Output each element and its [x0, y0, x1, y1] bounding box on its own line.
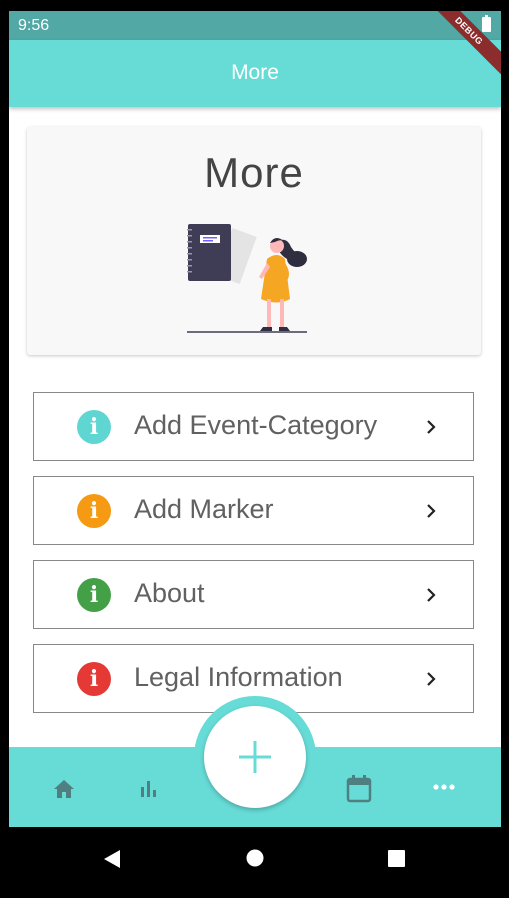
- chevron-right-icon: [427, 420, 436, 434]
- home-button-icon[interactable]: [246, 849, 264, 867]
- header-card-title: More: [204, 149, 304, 196]
- chevron-right-icon: [427, 504, 436, 518]
- app-bar: More: [9, 40, 501, 107]
- menu-item-label: About: [134, 578, 205, 608]
- home-icon[interactable]: [53, 779, 75, 799]
- menu-item-label: Add Event-Category: [134, 410, 378, 440]
- calendar-icon[interactable]: [346, 775, 372, 803]
- status-bar: 9:56: [9, 11, 501, 40]
- more-horiz-icon[interactable]: [433, 783, 455, 791]
- recents-icon[interactable]: [388, 850, 405, 867]
- page-title: More: [231, 60, 279, 84]
- chevron-right-icon: [427, 672, 436, 686]
- app-screen: 9:56 DEBUG More More i Add Event-Categor…: [9, 11, 501, 827]
- menu-item-add-event-category[interactable]: i Add Event-Category: [33, 392, 474, 461]
- info-icon: i: [77, 662, 111, 696]
- info-icon: i: [77, 578, 111, 612]
- info-icon: i: [77, 494, 111, 528]
- status-time: 9:56: [18, 17, 50, 34]
- info-icon: i: [77, 410, 111, 444]
- back-icon[interactable]: [103, 849, 121, 869]
- add-button[interactable]: [204, 706, 306, 808]
- bar-chart-icon[interactable]: [140, 779, 158, 797]
- chevron-right-icon: [427, 588, 436, 602]
- menu-item-label: Add Marker: [134, 494, 274, 524]
- menu-item-about[interactable]: i About: [33, 560, 474, 629]
- header-card: More: [27, 127, 481, 355]
- woman-with-notebook-illustration: [187, 224, 307, 333]
- menu-item-add-marker[interactable]: i Add Marker: [33, 476, 474, 545]
- menu-item-label: Legal Information: [134, 662, 343, 692]
- battery-icon: [482, 15, 491, 32]
- system-navigation-bar: [0, 827, 509, 898]
- add-icon: [239, 741, 271, 773]
